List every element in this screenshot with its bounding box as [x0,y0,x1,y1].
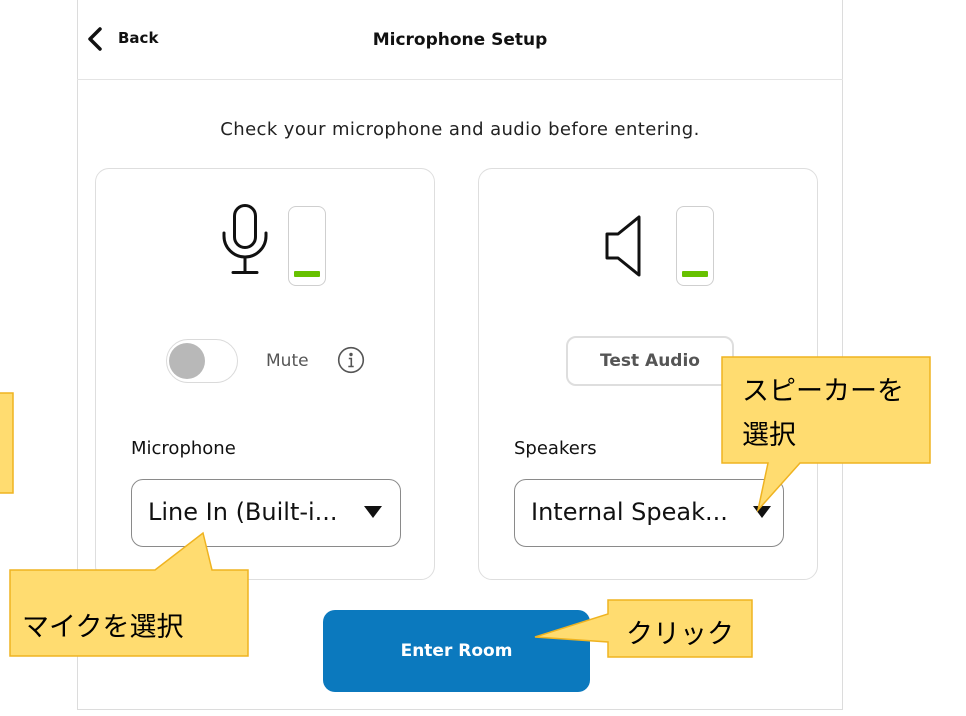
callout-click-text: クリック [626,619,734,650]
intro-text: Check your microphone and audio before e… [220,119,700,140]
microphone-setup-panel: Back Microphone Setup Check your microph… [77,0,843,710]
speaker-level-meter [676,206,714,286]
callout-speaker-text: スピーカーを 選択 [742,370,904,458]
microphone-level-fill [294,271,320,277]
microphone-icon [222,204,268,274]
microphone-select-label: Microphone [131,438,236,459]
page-title: Microphone Setup [372,30,548,50]
mute-label: Mute [266,351,309,371]
caret-down-icon [753,506,771,518]
test-audio-button[interactable]: Test Audio [566,336,734,386]
microphone-card: Mute Microphone Line In (Built-i... [95,168,435,580]
mute-toggle[interactable] [166,339,238,383]
enter-room-button[interactable]: Enter Room [323,610,590,692]
info-icon[interactable] [337,346,365,374]
callout-speaker-line-1: スピーカーを [742,376,904,407]
speaker-icon [605,215,641,277]
microphone-level-meter [288,206,326,286]
callout-speaker-line-2: 選択 [742,420,796,451]
speaker-dropdown[interactable]: Internal Speak... [514,479,784,547]
screen: Back Microphone Setup Check your microph… [0,0,966,716]
microphone-dropdown[interactable]: Line In (Built-i... [131,479,401,547]
mute-toggle-knob [169,342,205,379]
speaker-level-fill [682,271,708,277]
microphone-dropdown-value: Line In (Built-i... [148,498,338,526]
callout-mic-text: マイクを選択 [22,612,184,643]
caret-down-icon [364,506,382,518]
speaker-select-label: Speakers [514,438,597,459]
speaker-dropdown-value: Internal Speak... [531,498,728,526]
header-bar: Back Microphone Setup [77,0,843,80]
callout-partial-left [0,392,14,494]
